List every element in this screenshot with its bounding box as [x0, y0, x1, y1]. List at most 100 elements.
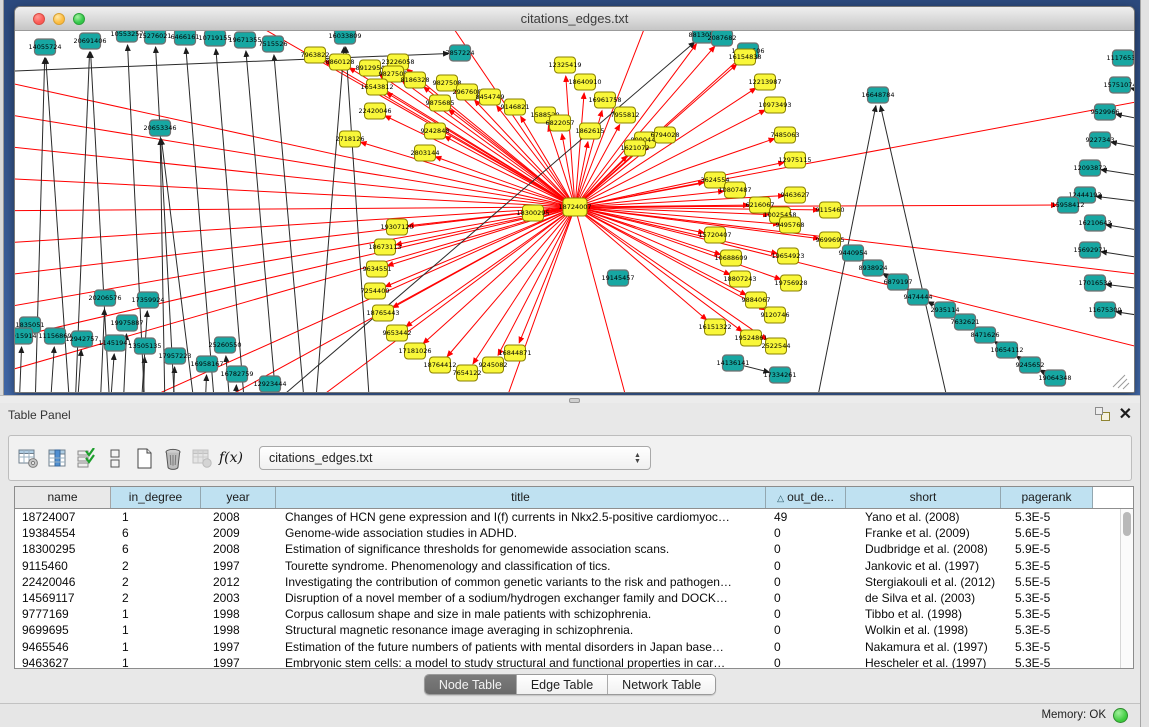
- table-cell: 0: [766, 655, 846, 669]
- row-height-icon[interactable]: [104, 446, 126, 470]
- node-label: 16154838: [728, 53, 761, 61]
- node-label: 16210643: [1078, 219, 1111, 227]
- table-cell: Genome-wide association studies in ADHD.: [276, 525, 766, 541]
- node-label: 16033809: [328, 32, 361, 40]
- column-header-title[interactable]: title: [276, 487, 766, 508]
- table-cell: Structural magnetic resonance image aver…: [276, 622, 766, 638]
- node-label: 6794028: [651, 131, 680, 139]
- citation-edge-black: [19, 347, 22, 392]
- close-window-button[interactable]: [33, 13, 45, 25]
- table-cell: Investigating the contribution of common…: [276, 574, 766, 590]
- node-label: 16844871: [498, 349, 531, 357]
- float-panel-icon[interactable]: [1095, 407, 1110, 422]
- window-titlebar[interactable]: citations_edges.txt: [15, 7, 1134, 31]
- table-cell: Hescheler et al. (1997): [846, 655, 1001, 669]
- table-row[interactable]: 1872400712008Changes of HCN gene express…: [15, 509, 1133, 525]
- table-settings-icon[interactable]: [17, 446, 39, 470]
- select-rows-icon[interactable]: [75, 446, 97, 470]
- table-body: 1872400712008Changes of HCN gene express…: [15, 509, 1133, 669]
- table-cell: 0: [766, 541, 846, 557]
- table-cell: Estimation of significance thresholds fo…: [276, 541, 766, 557]
- table-row[interactable]: 1938455462009Genome-wide association stu…: [15, 525, 1133, 541]
- node-label: 11675300: [1088, 306, 1121, 314]
- node-label: 19654923: [771, 252, 804, 260]
- table-cell: 5.3E-5: [1001, 655, 1093, 669]
- table-vertical-scrollbar[interactable]: [1120, 509, 1133, 669]
- node-label: 8186328: [401, 76, 430, 84]
- table-row[interactable]: 977716911998Corpus callosum shape and si…: [15, 606, 1133, 622]
- node-label: 15276021: [138, 32, 171, 40]
- table-row[interactable]: 2242004622012Investigating the contribut…: [15, 574, 1133, 590]
- table-cell: 0: [766, 606, 846, 622]
- citation-edge-red: [575, 207, 707, 320]
- table-cell: 1997: [201, 639, 276, 655]
- table-cell: 6: [111, 541, 201, 557]
- table-row[interactable]: 946362711997Embryonic stem cells: a mode…: [15, 655, 1133, 669]
- node-label: 16961758: [588, 96, 621, 104]
- table-cell: Jankovic et al. (1997): [846, 558, 1001, 574]
- node-label: 18640910: [568, 78, 601, 86]
- table-cell: Estimation of the future numbers of pati…: [276, 639, 766, 655]
- network-view-window[interactable]: citations_edges.txt 14055724206914061055…: [14, 6, 1135, 393]
- import-table-disabled-icon: [191, 446, 213, 470]
- table-cell: 2: [111, 590, 201, 606]
- table-cell: 0: [766, 590, 846, 606]
- node-label: 7254409: [361, 287, 390, 295]
- table-row[interactable]: 969969511998Structural magnetic resonanc…: [15, 622, 1133, 638]
- node-label: 14055724: [28, 43, 61, 51]
- node-label: 12093872: [1073, 164, 1106, 172]
- tab-edge-table[interactable]: Edge Table: [517, 675, 608, 694]
- table-selector-dropdown[interactable]: citations_edges.txt ▲▼: [259, 446, 651, 470]
- tab-network-table[interactable]: Network Table: [608, 675, 715, 694]
- panel-splitter[interactable]: [0, 395, 1140, 403]
- new-table-icon[interactable]: [133, 446, 155, 470]
- node-label: 17957223: [158, 352, 191, 360]
- network-canvas[interactable]: 1405572420691406105532571527602164661611…: [15, 31, 1134, 392]
- scrollbar-thumb[interactable]: [1123, 512, 1131, 536]
- delete-table-icon[interactable]: [162, 446, 184, 470]
- node-label: 15751074: [1103, 81, 1134, 89]
- table-cell: Tourette syndrome. Phenomenology and cla…: [276, 558, 766, 574]
- canvas-resize-grip[interactable]: [1113, 375, 1129, 389]
- column-header-out-degree[interactable]: △out_de...: [766, 487, 846, 508]
- minimize-window-button[interactable]: [53, 13, 65, 25]
- table-cell: de Silva et al. (2003): [846, 590, 1001, 606]
- table-panel: Table Panel ✕: [0, 403, 1140, 727]
- table-panel-header: Table Panel ✕: [0, 403, 1140, 429]
- node-label: 17359924: [131, 296, 164, 304]
- dropdown-arrows-icon: ▲▼: [633, 449, 642, 469]
- table-cell: 0: [766, 558, 846, 574]
- column-header-short[interactable]: short: [846, 487, 1001, 508]
- select-column-icon[interactable]: [46, 446, 68, 470]
- table-cell: 2: [111, 574, 201, 590]
- table-cell: 0: [766, 574, 846, 590]
- table-cell: 9115460: [15, 558, 111, 574]
- citation-edge-red: [15, 141, 575, 207]
- table-row[interactable]: 946554611997Estimation of the future num…: [15, 639, 1133, 655]
- column-header-pagerank[interactable]: pagerank: [1001, 487, 1093, 508]
- column-header-year[interactable]: year: [201, 487, 276, 508]
- table-cell: 2009: [201, 525, 276, 541]
- zoom-window-button[interactable]: [73, 13, 85, 25]
- table-cell: 1997: [201, 558, 276, 574]
- node-label: 16958167: [190, 360, 223, 368]
- citation-edge-black: [156, 47, 175, 392]
- close-panel-icon[interactable]: ✕: [1119, 407, 1132, 422]
- tab-node-table[interactable]: Node Table: [425, 675, 517, 694]
- function-builder-icon[interactable]: f(x): [220, 446, 242, 470]
- node-label: 19671355: [228, 36, 261, 44]
- table-cell: 1: [111, 509, 201, 525]
- memory-ok-indicator: [1113, 708, 1128, 723]
- column-header-in-degree[interactable]: in_degree: [111, 487, 201, 508]
- citation-edge-red: [575, 207, 779, 224]
- status-bar: Memory: OK: [0, 703, 1140, 727]
- citation-edge-black: [1096, 196, 1134, 206]
- node-label: 9242848: [421, 127, 450, 135]
- table-cell: Tibbo et al. (1998): [846, 606, 1001, 622]
- citation-edge-black: [235, 385, 236, 392]
- column-header-name[interactable]: name: [15, 487, 111, 508]
- table-row[interactable]: 1456911722003Disruption of a novel membe…: [15, 590, 1133, 606]
- table-row[interactable]: 911546021997Tourette syndrome. Phenomeno…: [15, 558, 1133, 574]
- table-row[interactable]: 1830029562008Estimation of significance …: [15, 541, 1133, 557]
- node-label: 9634551: [363, 265, 392, 273]
